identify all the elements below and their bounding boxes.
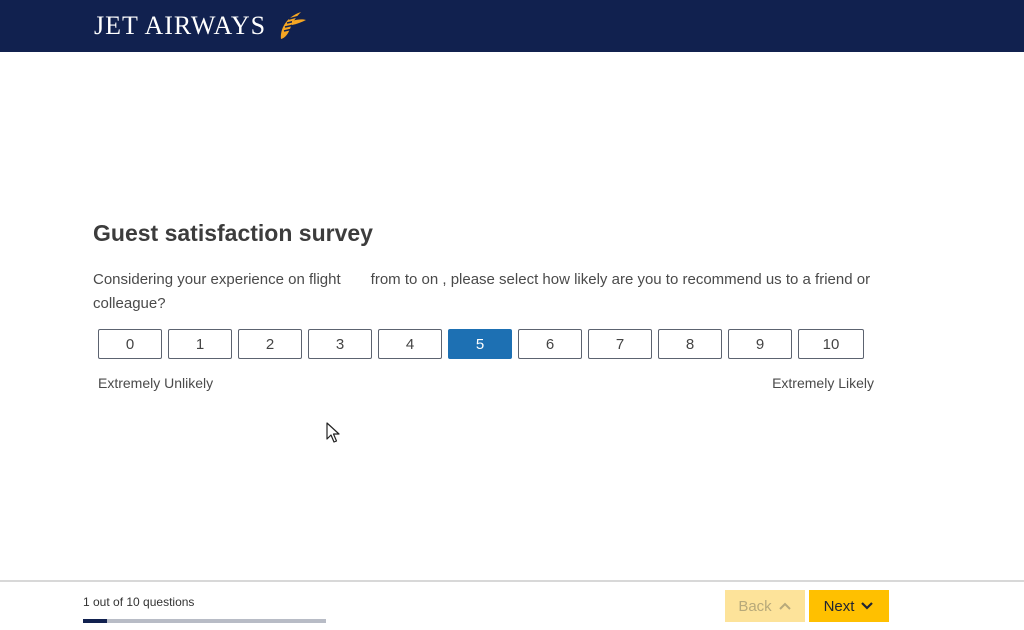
progress-bar-fill: [83, 619, 108, 623]
survey-footer: 1 out of 10 questions Back Next: [0, 580, 1024, 630]
rating-scale: 0 1 2 3 4 5 6 7 8 9 10: [98, 329, 864, 359]
rating-option-8[interactable]: 8: [658, 329, 722, 359]
progress-text: 1 out of 10 questions: [83, 595, 195, 609]
back-button-label: Back: [738, 597, 772, 615]
question-text-start: Considering your experience on flight: [93, 271, 341, 288]
rating-option-5[interactable]: 5: [448, 329, 512, 359]
rating-option-10[interactable]: 10: [798, 329, 864, 359]
survey-page: JET AIRWAYS Guest satisfaction survey Co…: [0, 0, 1024, 630]
brand-logo[interactable]: JET AIRWAYS: [94, 6, 308, 46]
rating-option-2[interactable]: 2: [238, 329, 302, 359]
progress-bar: [83, 619, 326, 623]
back-button[interactable]: Back: [725, 590, 805, 622]
scale-label-low: Extremely Unlikely: [98, 375, 214, 391]
rating-option-0[interactable]: 0: [98, 329, 162, 359]
survey-title: Guest satisfaction survey: [93, 220, 373, 246]
rating-option-1[interactable]: 1: [168, 329, 232, 359]
chevron-up-icon: [778, 602, 791, 610]
rating-option-7[interactable]: 7: [588, 329, 652, 359]
mouse-pointer-icon: [326, 422, 340, 443]
site-header: JET AIRWAYS: [0, 0, 1024, 52]
brand-name: JET AIRWAYS: [94, 11, 267, 40]
rating-option-9[interactable]: 9: [728, 329, 792, 359]
rating-option-6[interactable]: 6: [518, 329, 582, 359]
survey-question: Considering your experience on flight fro…: [93, 268, 883, 316]
sun-swirl-icon: [281, 12, 307, 39]
rating-option-4[interactable]: 4: [378, 329, 442, 359]
rating-option-3[interactable]: 3: [308, 329, 372, 359]
next-button[interactable]: Next: [809, 590, 889, 622]
next-button-label: Next: [823, 597, 855, 615]
chevron-down-icon: [861, 602, 874, 610]
scale-label-high: Extremely Likely: [772, 375, 874, 391]
